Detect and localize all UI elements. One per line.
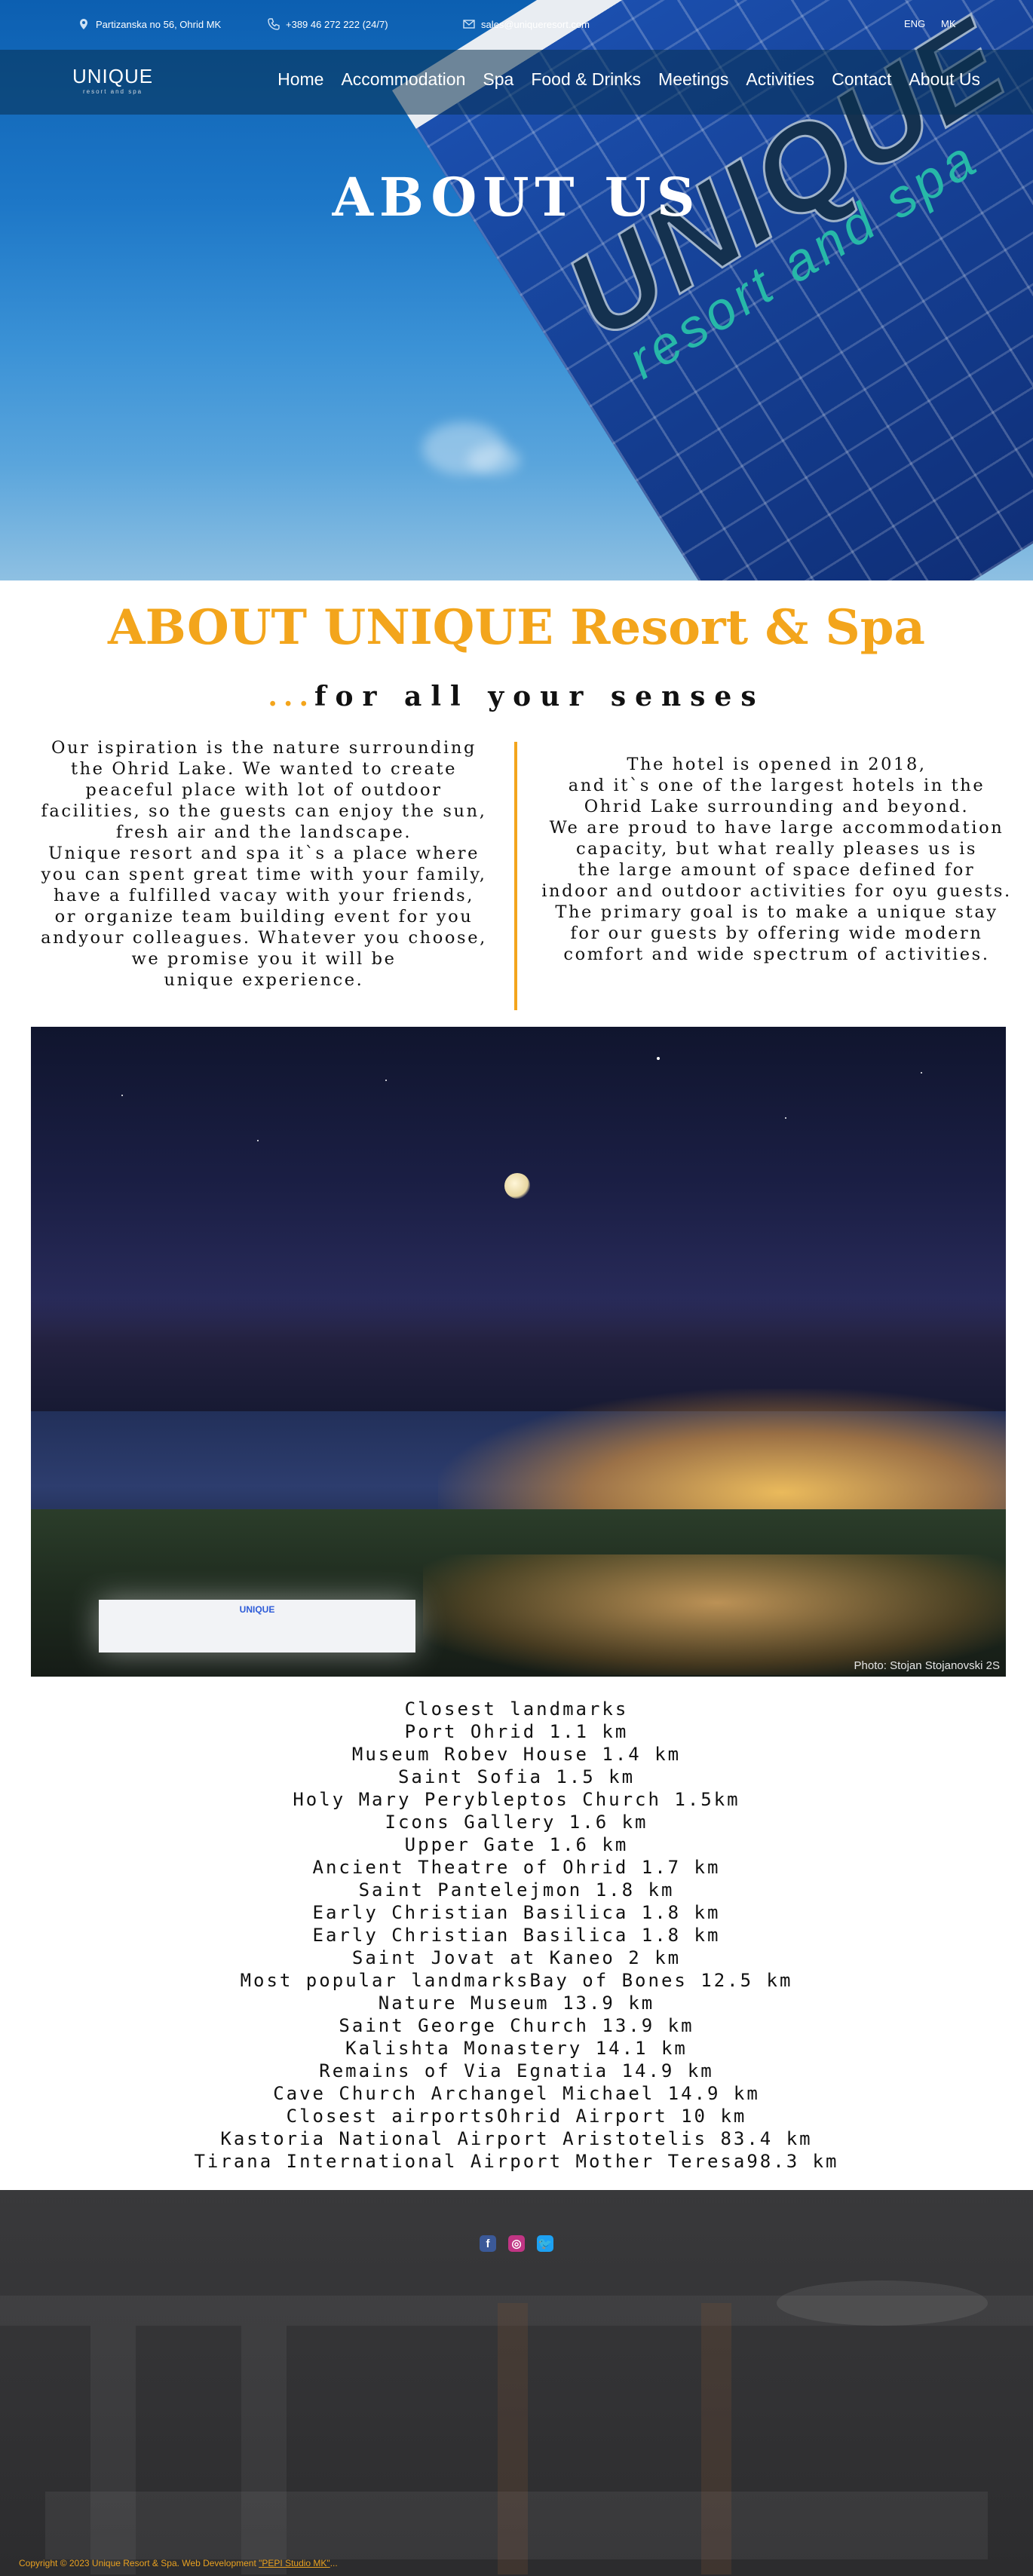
text-line: the large amount of space defined for — [578, 860, 976, 880]
map-pin-icon — [80, 19, 87, 29]
nav-item-about-us[interactable]: About Us — [909, 69, 980, 90]
star-shape — [785, 1117, 786, 1119]
text-line: The primary goal is to make a unique sta… — [555, 902, 998, 922]
developer-link[interactable]: "PEPI Studio MK" — [259, 2558, 330, 2568]
text-line: for our guests by offering wide modern — [570, 924, 983, 943]
nav-item-food-drinks[interactable]: Food & Drinks — [531, 69, 641, 90]
page-title: ABOUT US — [332, 166, 701, 228]
text-line: comfort and wide spectrum of activities. — [563, 945, 990, 964]
text-line: We are proud to have large accommodation — [549, 818, 1004, 838]
social-links: f ◎ 🐦 — [0, 2235, 1033, 2252]
moon-shape — [504, 1173, 530, 1199]
lang-en-link[interactable]: ENG — [904, 18, 925, 29]
subheading-text: for all your senses — [314, 681, 765, 712]
landmark-item: Saint Jovat at Kaneo 2 km — [351, 1947, 682, 1968]
landmarks-heading: Closest landmarks — [404, 1698, 629, 1720]
lounge-furniture-shape — [45, 2492, 988, 2559]
text-line: Our ispiration is the nature surrounding — [51, 738, 477, 758]
text-line: indoor and outdoor activities for oyu gu… — [541, 881, 1012, 901]
instagram-icon[interactable]: ◎ — [508, 2235, 525, 2252]
star-shape — [657, 1057, 660, 1060]
email-item[interactable]: sales@uniqueresort.com — [463, 18, 590, 30]
text-line: unique experience. — [164, 970, 364, 990]
facebook-icon[interactable]: f — [480, 2235, 496, 2252]
phone-item[interactable]: +389 46 272 222 (24/7) — [268, 18, 388, 30]
text-line: the Ohrid Lake. We wanted to create — [70, 759, 458, 779]
main-navigation: UNIQUE resort and spa Home Accommodation… — [0, 50, 1033, 115]
text-line: Unique resort and spa it`s a place where — [48, 844, 480, 863]
site-logo[interactable]: UNIQUE resort and spa — [72, 65, 153, 95]
landmark-item: Icons Gallery 1.6 km — [385, 1812, 648, 1833]
twitter-icon[interactable]: 🐦 — [537, 2235, 553, 2252]
cloud-shape — [467, 445, 520, 475]
nav-item-meetings[interactable]: Meetings — [658, 69, 728, 90]
phone-text: +389 46 272 222 (24/7) — [286, 18, 388, 30]
landmark-item: Kalishta Monastery 14.1 km — [345, 2038, 688, 2059]
landmark-item: Museum Robev House 1.4 km — [351, 1744, 682, 1765]
landmark-item: Port Ohrid 1.1 km — [404, 1721, 629, 1742]
text-line: peaceful place with lot of outdoor — [85, 780, 443, 800]
text-line: facilities, so the guests can enjoy the … — [41, 801, 487, 821]
text-line: capacity, but what really pleases us is — [575, 839, 978, 859]
landmark-item: Holy Mary Perybleptos Church 1.5km — [293, 1789, 740, 1810]
landmark-item: Saint Sofia 1.5 km — [397, 1766, 636, 1787]
phone-icon — [268, 18, 280, 30]
text-line: The hotel is opened in 2018, — [627, 755, 927, 774]
copyright-text: Copyright © 2023 Unique Resort & Spa. We… — [19, 2558, 338, 2568]
nav-item-accommodation[interactable]: Accommodation — [341, 69, 465, 90]
about-subheading: ...for all your senses — [0, 681, 1033, 712]
nav-menu: Home Accommodation Spa Food & Drinks Mee… — [277, 69, 980, 90]
text-line: and it`s one of the largest hotels in th… — [568, 776, 985, 795]
landmark-item: Early Christian Basilica 1.8 km — [312, 1902, 721, 1923]
star-shape — [257, 1140, 259, 1141]
text-line: Ohrid Lake surrounding and beyond. — [584, 797, 970, 816]
landmark-item: Saint George Church 13.9 km — [339, 2015, 694, 2036]
landmark-item: Remains of Via Egnatia 14.9 km — [319, 2060, 714, 2081]
landmark-item: Upper Gate 1.6 km — [404, 1834, 629, 1855]
text-line: or organize team building event for you — [54, 907, 474, 927]
photo-credit: Photo: Stojan Stojanovski 2S — [854, 1659, 1000, 1672]
address-text: Partizanska no 56, Ohrid MK — [96, 18, 222, 30]
text-line: you can spent great time with your famil… — [41, 865, 487, 884]
nav-item-home[interactable]: Home — [277, 69, 323, 90]
star-shape — [121, 1095, 123, 1096]
town-lights-shape — [423, 1554, 1006, 1675]
text-line: fresh air and the landscape. — [115, 822, 412, 842]
landmark-item: Closest airportsOhrid Airport 10 km — [286, 2106, 747, 2127]
star-shape — [385, 1080, 387, 1081]
hotel-building-shape: UNIQUE — [99, 1600, 415, 1652]
landmark-item: Kastoria National Airport Aristotelis 83… — [220, 2128, 813, 2149]
ceiling-light-shape — [777, 2280, 988, 2326]
intro-right-column: The hotel is opened in 2018, and it`s on… — [520, 754, 1033, 965]
text-line: andyour colleagues. Whatever you choose, — [41, 928, 487, 948]
landmark-item: Ancient Theatre of Ohrid 1.7 km — [312, 1857, 721, 1878]
landmark-item: Early Christian Basilica 1.8 km — [312, 1925, 721, 1946]
subheading-dots: ... — [268, 681, 314, 712]
footer: f ◎ 🐦 Copyright © 2023 Unique Resort & Spa… — [0, 2190, 1033, 2576]
landmark-item: Nature Museum 13.9 km — [378, 1992, 655, 2014]
landmarks-list: Closest landmarks Port Ohrid 1.1 km Museum… — [0, 1698, 1033, 2173]
hero-banner: UNIQUE resort and spa Partizanska no 56,… — [0, 0, 1033, 580]
column-divider — [514, 742, 517, 1010]
ohrid-night-photo: UNIQUE Photo: Stojan Stojanovski 2S — [31, 1027, 1006, 1677]
text-line: have a fulfilled vacay with your friends… — [53, 886, 475, 905]
about-heading: ABOUT UNIQUE Resort & Spa — [108, 599, 925, 656]
landmark-item: Saint Pantelejmon 1.8 km — [358, 1879, 675, 1901]
nav-item-contact[interactable]: Contact — [832, 69, 891, 90]
lang-mk-link[interactable]: MK — [941, 18, 956, 29]
text-line: we promise you it will be — [131, 949, 397, 969]
top-contact-bar: Partizanska no 56, Ohrid MK +389 46 272 … — [0, 0, 1033, 50]
nav-item-activities[interactable]: Activities — [746, 69, 814, 90]
intro-left-column: Our ispiration is the nature surrounding… — [15, 737, 513, 991]
email-text: sales@uniqueresort.com — [481, 18, 590, 30]
landmark-item: Cave Church Archangel Michael 14.9 km — [273, 2083, 760, 2104]
landmark-item: Tirana International Airport Mother Tere… — [194, 2151, 839, 2172]
landmark-item: Most popular landmarksBay of Bones 12.5 … — [240, 1970, 793, 1991]
mail-icon — [463, 20, 475, 29]
nav-item-spa[interactable]: Spa — [483, 69, 513, 90]
star-shape — [921, 1072, 922, 1074]
address-item: Partizanska no 56, Ohrid MK — [78, 18, 221, 30]
